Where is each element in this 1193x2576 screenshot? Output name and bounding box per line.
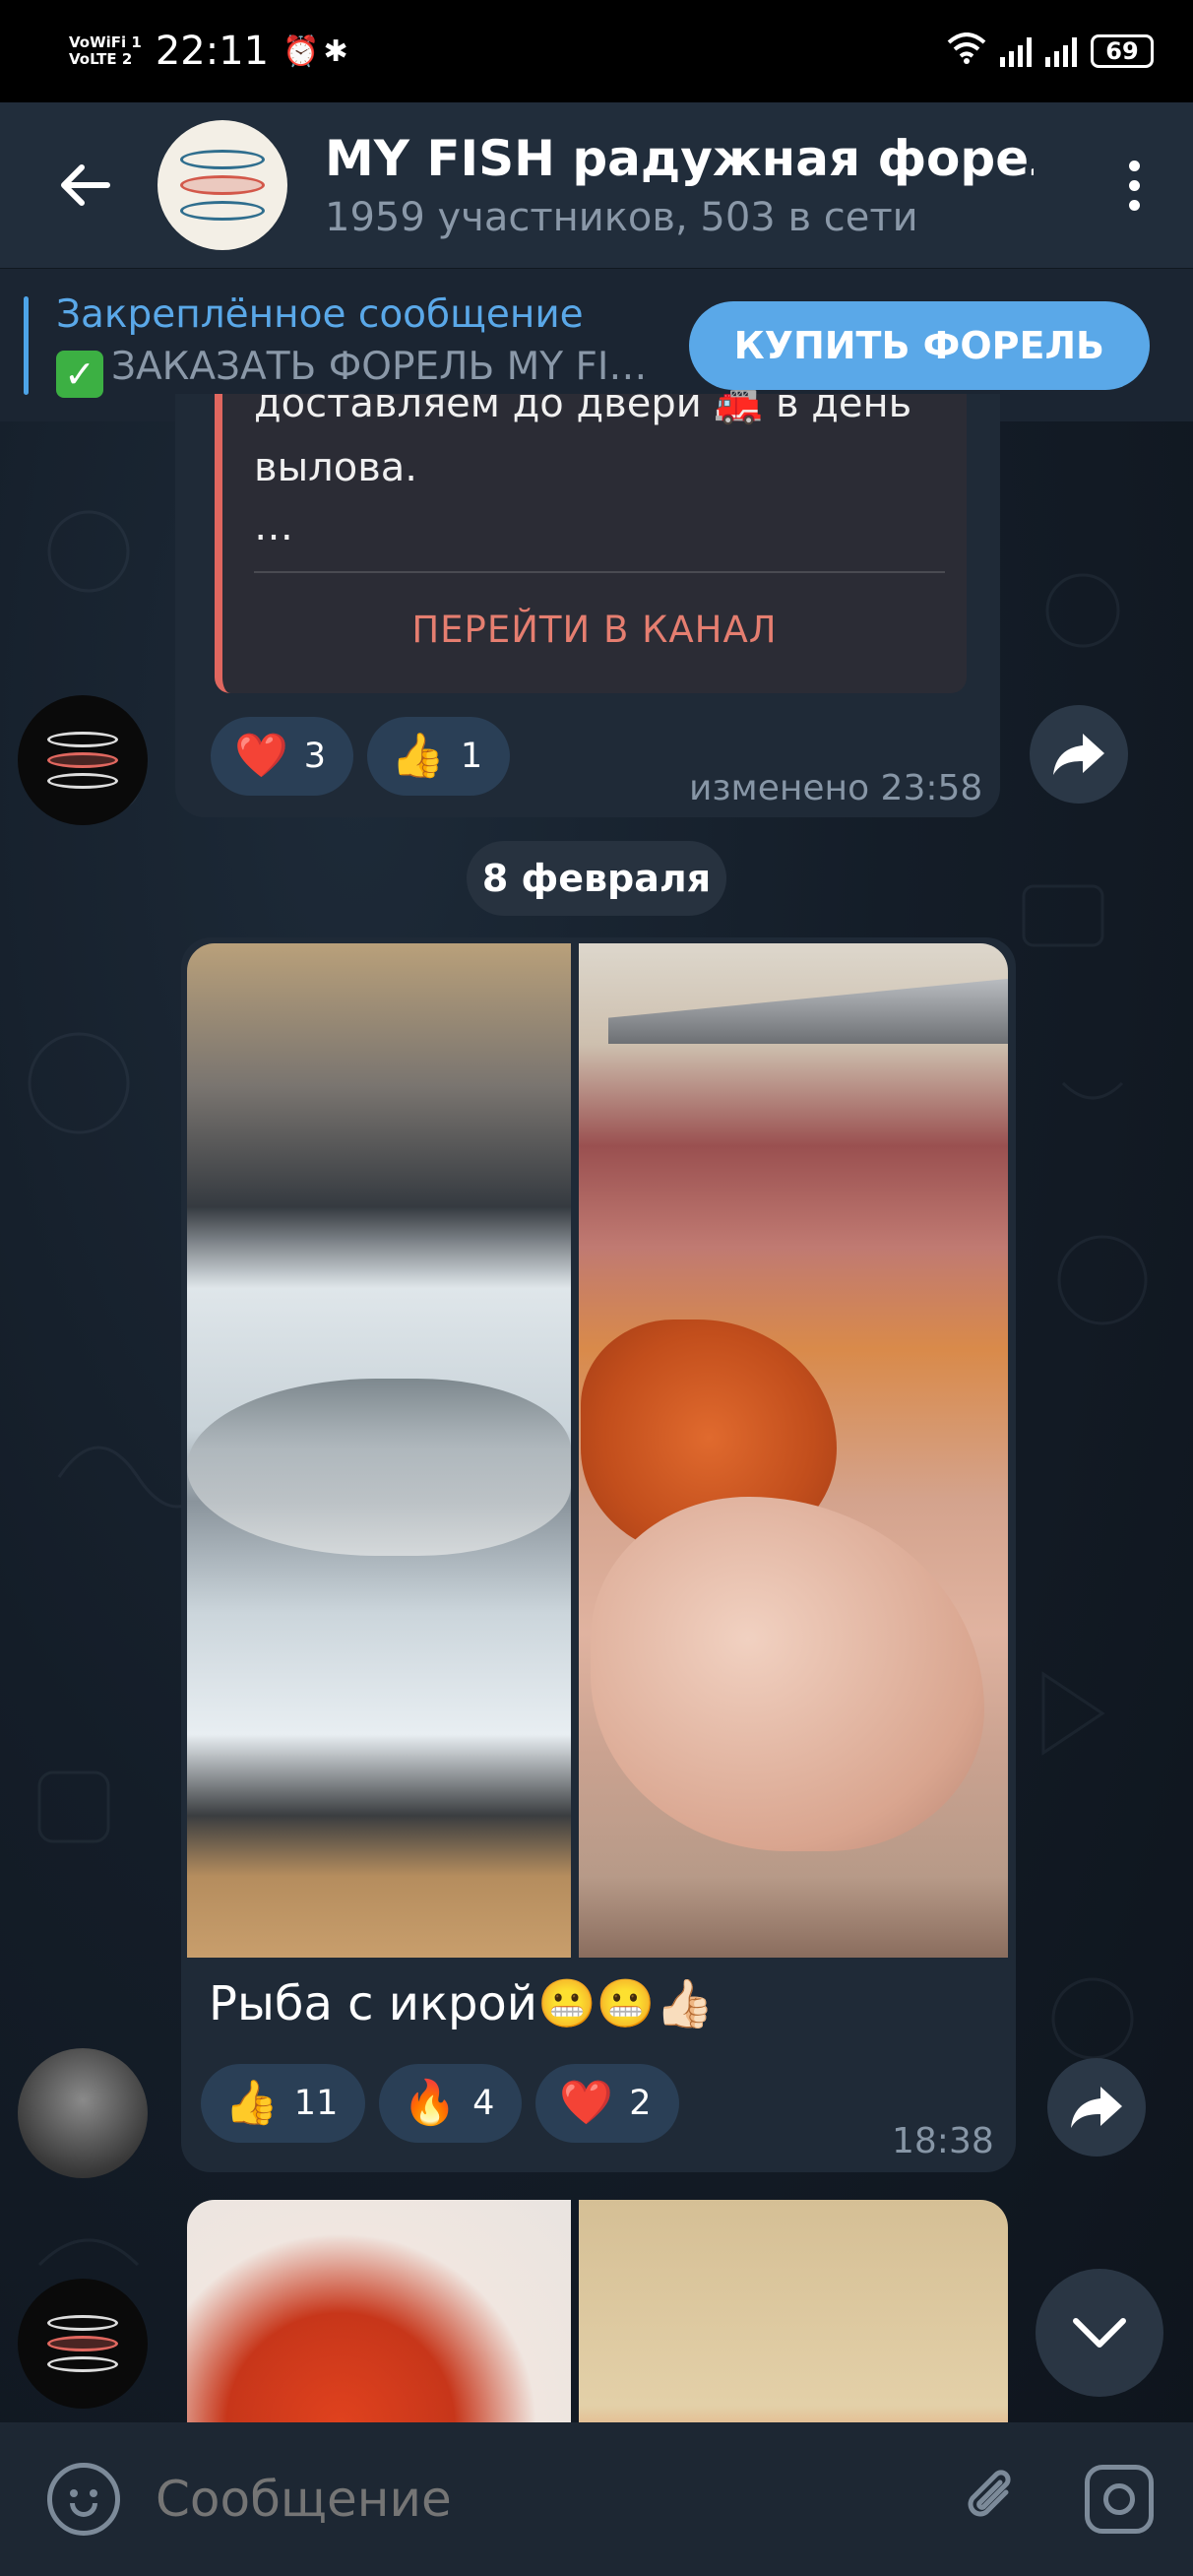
message-input-bar	[0, 2422, 1193, 2576]
fish-logo-icon	[47, 2315, 118, 2331]
chevron-down-icon	[1073, 2318, 1126, 2348]
share-arrow-icon	[1053, 734, 1104, 775]
reactions-row: ❤️ 3 👍 1	[211, 717, 511, 796]
thumbs-up-icon: 👍	[391, 731, 445, 781]
chat-header: MY FISH радужная форел 1959 участников, …	[0, 102, 1193, 268]
attach-button[interactable]	[957, 2463, 1026, 2536]
checkmark-icon: ✓	[56, 351, 103, 398]
back-button[interactable]	[39, 141, 128, 229]
message-input[interactable]	[156, 2471, 957, 2528]
camera-button[interactable]	[1085, 2465, 1154, 2534]
fish-logo-icon	[47, 732, 118, 747]
fish-logo-icon	[47, 2356, 118, 2372]
pinned-title: Закреплённое сообщение	[56, 292, 584, 337]
message-time: 18:38	[892, 2121, 994, 2161]
signal-icon-2	[1045, 35, 1077, 67]
thumbs-up-icon: 👍	[224, 2078, 279, 2128]
fire-icon: 🔥	[403, 2078, 458, 2128]
battery-icon: 69	[1091, 34, 1154, 68]
dot-icon	[1128, 160, 1140, 171]
alarm-icon: ⏰	[283, 33, 324, 69]
network-indicator: VoWiFi 1 VoLTE 2	[69, 33, 142, 68]
emoji-icon[interactable]	[47, 2463, 120, 2536]
reaction-heart[interactable]: ❤️ 3	[211, 717, 354, 796]
date-separator: 8 февраля	[467, 841, 726, 916]
status-bar: VoWiFi 1 VoLTE 2 22:11 ⏰✱ 69	[0, 0, 1193, 102]
sender-avatar[interactable]	[18, 2048, 148, 2178]
quote-text: …	[254, 504, 293, 549]
share-button[interactable]	[1047, 2058, 1146, 2157]
more-menu-button[interactable]	[1104, 160, 1163, 211]
reaction-thumbs-up[interactable]: 👍 1	[367, 717, 511, 796]
bluetooth-icon: ✱	[323, 33, 352, 69]
pinned-indicator	[24, 295, 29, 395]
signal-icon-1	[1000, 35, 1032, 67]
fish-logo-icon	[47, 773, 118, 789]
buy-trout-button[interactable]: КУПИТЬ ФОРЕЛЬ	[688, 300, 1150, 390]
heart-icon: ❤️	[559, 2078, 614, 2128]
chat-avatar[interactable]	[157, 120, 287, 250]
divider	[254, 571, 945, 573]
status-icons: ⏰✱	[283, 34, 352, 69]
dot-icon	[1128, 179, 1140, 191]
chat-subtitle: 1959 участников, 503 в сети	[325, 195, 918, 240]
dot-icon	[1128, 199, 1140, 211]
reaction-fire[interactable]: 🔥 4	[379, 2064, 523, 2143]
sender-avatar[interactable]	[18, 2279, 148, 2409]
clock: 22:11	[155, 29, 270, 74]
message-time: изменено 23:58	[689, 768, 983, 808]
scroll-to-bottom-button[interactable]	[1036, 2269, 1163, 2397]
heart-icon: ❤️	[234, 731, 288, 781]
trout-image	[187, 1379, 571, 1556]
open-channel-button[interactable]: ПЕРЕЙТИ В КАНАЛ	[222, 591, 967, 670]
reaction-heart[interactable]: ❤️ 2	[535, 2064, 679, 2143]
reactions-row: 👍 11 🔥 4 ❤️ 2	[201, 2064, 679, 2143]
share-arrow-icon	[1071, 2087, 1122, 2128]
share-button[interactable]	[1030, 705, 1128, 804]
chat-title-block[interactable]: MY FISH радужная форел 1959 участников, …	[325, 130, 1034, 240]
message-caption: Рыба с икрой😬😬👍🏻	[209, 1976, 715, 2031]
fish-logo-icon	[47, 2336, 118, 2351]
fish-logo-icon	[180, 150, 265, 169]
fish-logo-icon	[180, 175, 265, 195]
sender-avatar[interactable]	[18, 695, 148, 825]
reaction-thumbs-up[interactable]: 👍 11	[201, 2064, 366, 2143]
arrow-left-icon	[61, 164, 110, 206]
wifi-icon	[947, 32, 986, 71]
telegram-chat-screen: VoWiFi 1 VoLTE 2 22:11 ⏰✱ 69 MY FISH рад…	[0, 0, 1193, 2576]
fish-logo-icon	[47, 752, 118, 768]
status-right: 69	[947, 32, 1154, 71]
channel-post-quote: доставляем до двери 🚒 в день вылова. … П…	[215, 381, 967, 693]
chat-title: MY FISH радужная форел	[325, 130, 1034, 187]
quote-text: вылова.	[254, 445, 417, 490]
camera-icon	[1103, 2483, 1135, 2515]
fish-logo-icon	[180, 201, 265, 221]
paperclip-icon	[968, 2470, 1011, 2517]
quote-text: доставляем до двери 🚒 в день	[254, 381, 912, 426]
